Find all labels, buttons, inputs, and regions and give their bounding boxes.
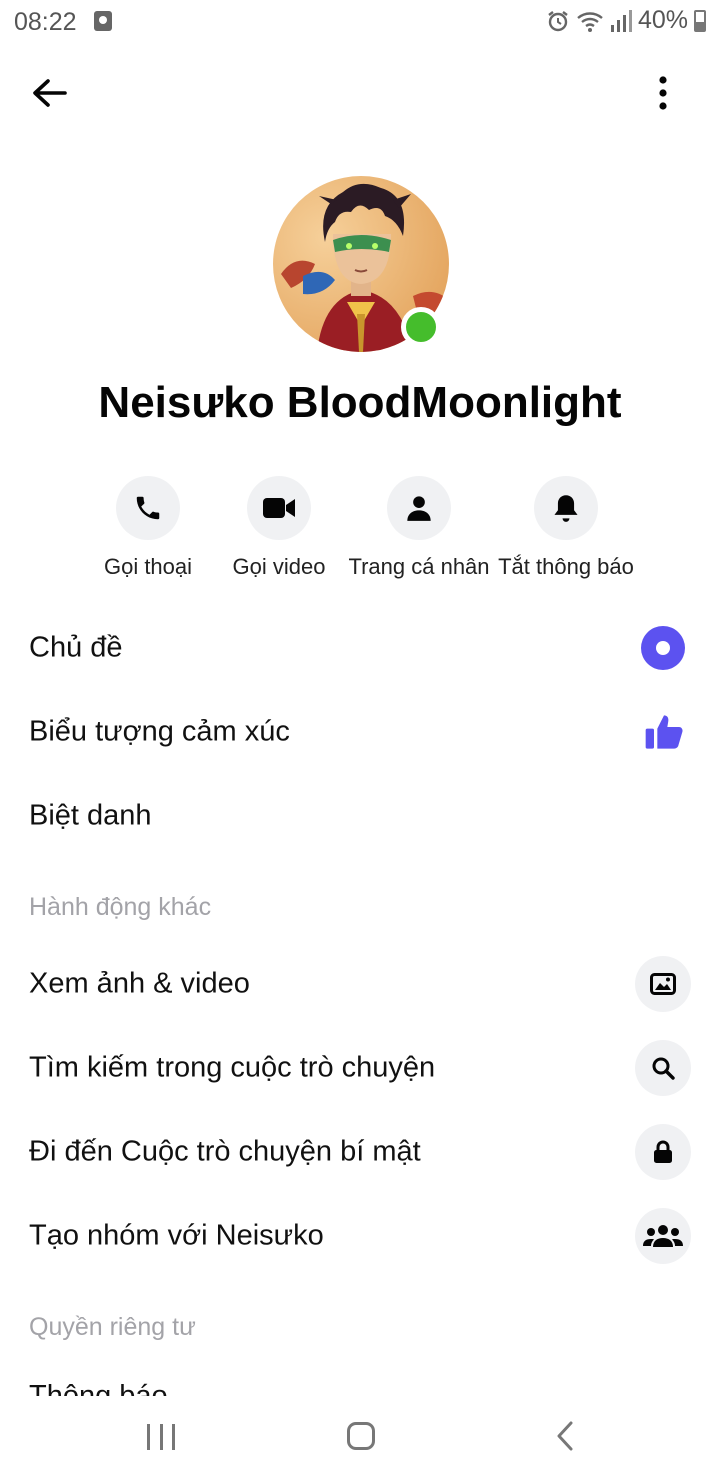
view-media-label: Xem ảnh & video [29, 967, 250, 1000]
profile-circle [387, 476, 451, 540]
wifi-icon [577, 11, 603, 32]
phone-icon [136, 496, 160, 520]
thumbs-up-icon [645, 715, 683, 749]
secret-conversation-row[interactable]: Đi đến Cuộc trò chuyện bí mật [0, 1110, 720, 1194]
voice-call-circle [116, 476, 180, 540]
theme-row[interactable]: Chủ đề [0, 606, 720, 690]
status-right: 40% [546, 6, 706, 35]
battery-percent: 40% [637, 6, 688, 34]
back-icon[interactable] [553, 1420, 577, 1452]
profile-button[interactable]: Trang cá nhân [341, 476, 497, 580]
recent-apps-icon[interactable] [147, 1424, 175, 1450]
lock-icon-circle [635, 1124, 691, 1180]
notifications-row[interactable]: Thông báo [0, 1372, 720, 1396]
video-call-button[interactable]: Gọi video [219, 476, 339, 580]
avatar-container[interactable] [273, 176, 449, 352]
profile-name: Neisưko BloodMoonlight [98, 378, 622, 427]
search-conversation-row[interactable]: Tìm kiếm trong cuộc trò chuyện [0, 1026, 720, 1110]
secret-conversation-label: Đi đến Cuộc trò chuyện bí mật [29, 1135, 421, 1168]
mute-button[interactable]: Tắt thông báo [494, 476, 638, 580]
group-icon [643, 1225, 683, 1247]
nickname-label: Biệt danh [29, 799, 152, 832]
create-group-row[interactable]: Tạo nhóm với Neisưko [0, 1194, 720, 1278]
group-icon-circle [635, 1208, 691, 1264]
notifications-label: Thông báo [29, 1380, 168, 1396]
voice-call-label: Gọi thoại [103, 554, 193, 579]
video-call-circle [247, 476, 311, 540]
notification-app-icon [94, 11, 112, 31]
lock-icon [654, 1140, 672, 1163]
privacy-header: Quyền riêng tư [29, 1313, 196, 1341]
bell-icon [554, 495, 578, 522]
emoji-row[interactable]: Biểu tượng cảm xúc [0, 690, 720, 774]
voice-call-button[interactable]: Gọi thoại [88, 476, 208, 580]
search-icon [652, 1057, 675, 1080]
back-button[interactable] [24, 68, 74, 118]
video-camera-icon [263, 498, 295, 518]
search-icon-circle [635, 1040, 691, 1096]
navigation-bar [0, 1396, 720, 1480]
mute-label: Tắt thông báo [498, 554, 634, 579]
battery-icon [694, 9, 706, 32]
theme-color-icon [641, 626, 685, 670]
nickname-row[interactable]: Biệt danh [0, 774, 720, 858]
search-conversation-label: Tìm kiếm trong cuộc trò chuyện [29, 1051, 436, 1084]
create-group-label: Tạo nhóm với Neisưko [29, 1219, 324, 1252]
profile-label: Trang cá nhân [348, 554, 490, 579]
theme-label: Chủ đề [29, 631, 123, 664]
mute-circle [534, 476, 598, 540]
view-media-row[interactable]: Xem ảnh & video [0, 942, 720, 1026]
home-icon[interactable] [347, 1422, 375, 1450]
image-icon [650, 973, 676, 995]
arrow-left-icon [33, 79, 67, 107]
person-icon [407, 496, 431, 521]
view-media-icon-circle [635, 956, 691, 1012]
more-vertical-icon [659, 76, 667, 110]
online-status-indicator [401, 307, 441, 347]
video-call-label: Gọi video [232, 554, 326, 579]
status-time: 08:22 [14, 8, 77, 36]
more-actions-header: Hành động khác [29, 893, 212, 921]
emoji-label: Biểu tượng cảm xúc [29, 715, 290, 748]
more-options-button[interactable] [646, 68, 680, 118]
status-bar: 08:22 40% [0, 0, 720, 44]
alarm-icon [548, 10, 568, 31]
signal-icon [610, 9, 632, 32]
top-bar [0, 56, 720, 128]
